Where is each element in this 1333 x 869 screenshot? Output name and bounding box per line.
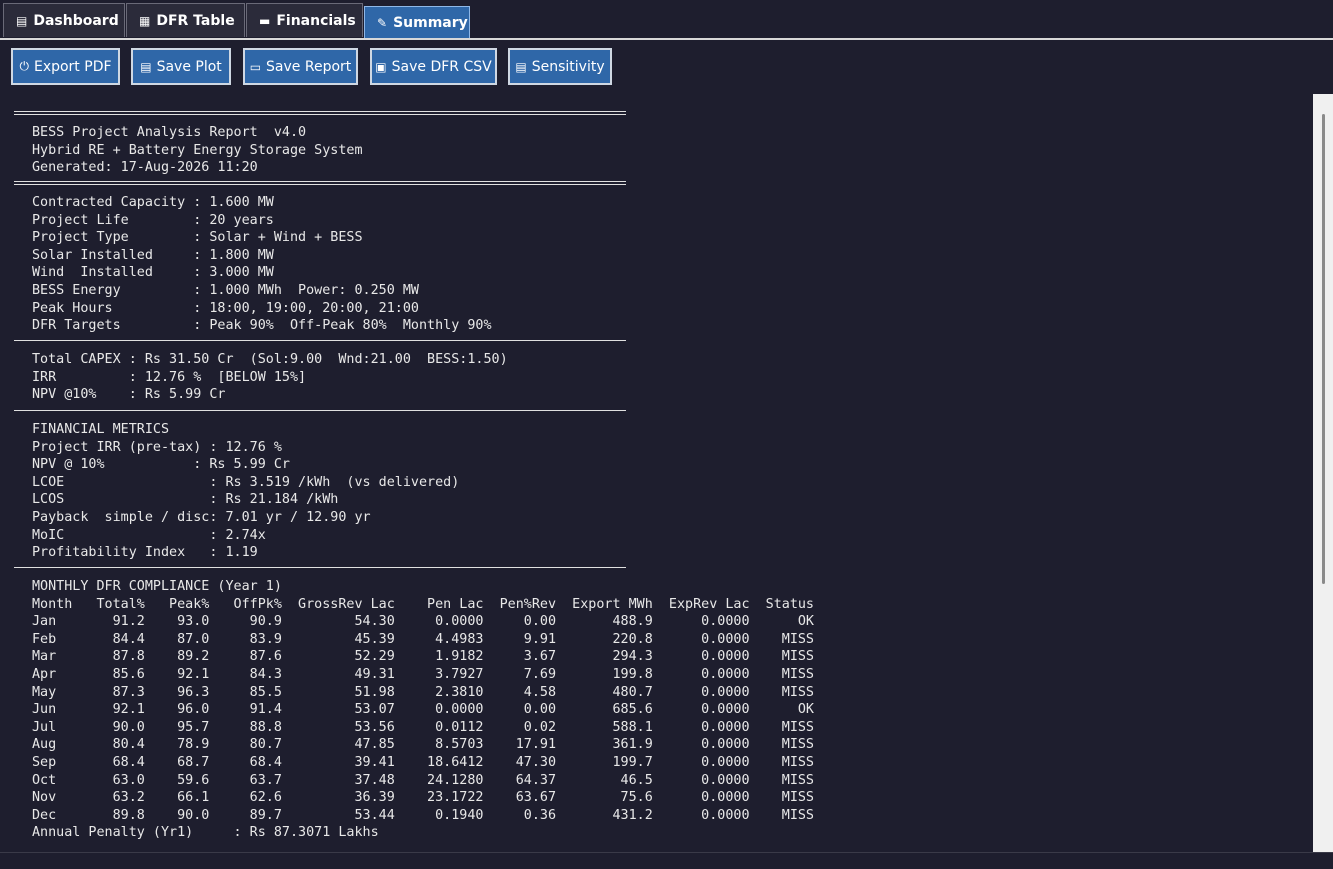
- separator-double: [14, 181, 626, 185]
- button-label: Save Plot: [156, 58, 222, 75]
- chart-icon: ▤: [16, 13, 28, 28]
- scroll-thumb[interactable]: [1322, 114, 1325, 584]
- button-label: Sensitivity: [531, 58, 605, 75]
- chart-icon: ▤: [515, 59, 527, 74]
- toolbar: ⏻ Export PDF ▤ Save Plot ▭ Save Report ▣…: [0, 40, 1333, 94]
- tab-bar: ▤ Dashboard ▦ DFR Table ▬ Financials ✎ S…: [0, 0, 1333, 40]
- report-financial-metrics: FINANCIAL METRICS Project IRR (pre-tax) …: [32, 422, 460, 561]
- sensitivity-button[interactable]: ▤ Sensitivity: [508, 48, 612, 85]
- save-dfr-csv-button[interactable]: ▣ Save DFR CSV: [370, 48, 497, 85]
- vertical-scrollbar[interactable]: [1313, 94, 1333, 852]
- save-report-button[interactable]: ▭ Save Report: [243, 48, 358, 85]
- power-icon: ⏻: [19, 59, 29, 73]
- save-plot-button[interactable]: ▤ Save Plot: [131, 48, 231, 85]
- button-label: Save DFR CSV: [391, 58, 492, 75]
- report-monthly-compliance: MONTHLY DFR COMPLIANCE (Year 1) Month To…: [32, 579, 814, 841]
- save-icon: ▤: [140, 59, 152, 74]
- tab-label: DFR Table: [156, 12, 235, 29]
- separator-double: [14, 111, 626, 115]
- tab-dfr-table[interactable]: ▦ DFR Table: [126, 3, 245, 37]
- export-pdf-button[interactable]: ⏻ Export PDF: [11, 48, 120, 85]
- tab-label: Dashboard: [33, 12, 119, 29]
- money-icon: ▬: [259, 13, 271, 28]
- separator: [14, 340, 626, 341]
- tab-summary[interactable]: ✎ Summary: [364, 6, 470, 40]
- report-text-area[interactable]: BESS Project Analysis Report v4.0 Hybrid…: [0, 94, 1313, 852]
- table-icon: ▦: [139, 13, 151, 28]
- status-bar: [0, 852, 1333, 869]
- tab-label: Financials: [276, 12, 356, 29]
- separator: [14, 410, 626, 411]
- document-icon: ▭: [249, 59, 262, 74]
- report-summary: Total CAPEX : Rs 31.50 Cr (Sol:9.00 Wnd:…: [32, 352, 508, 403]
- report-config: Contracted Capacity : 1.600 MW Project L…: [32, 195, 492, 334]
- report-icon: ✎: [377, 16, 388, 30]
- disk-icon: ▣: [375, 59, 387, 74]
- tab-dashboard[interactable]: ▤ Dashboard: [3, 3, 125, 37]
- tab-label: Summary: [393, 15, 468, 31]
- button-label: Save Report: [266, 58, 352, 75]
- button-label: Export PDF: [33, 58, 112, 75]
- separator: [14, 567, 626, 568]
- report-header: BESS Project Analysis Report v4.0 Hybrid…: [32, 125, 363, 176]
- tab-financials[interactable]: ▬ Financials: [246, 3, 363, 37]
